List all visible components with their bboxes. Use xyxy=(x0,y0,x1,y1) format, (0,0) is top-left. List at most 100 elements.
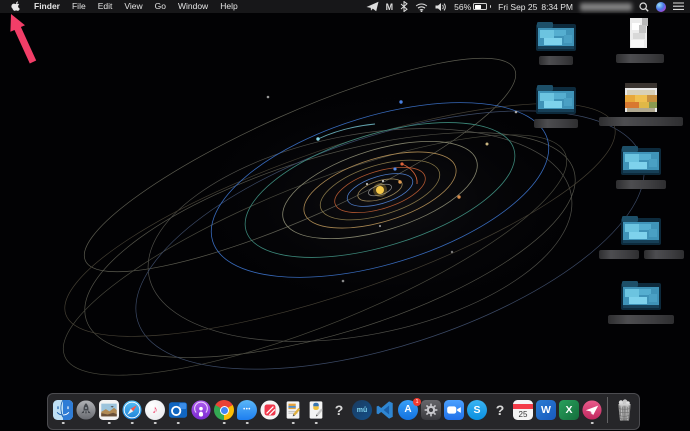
menu-window[interactable]: Window xyxy=(172,0,214,13)
menu-help[interactable]: Help xyxy=(214,0,243,13)
trash-icon xyxy=(614,398,634,422)
redacted-label xyxy=(608,315,674,324)
desktop-icon-spreadsheet[interactable] xyxy=(599,82,683,126)
clock-time: 8:34 PM xyxy=(541,1,573,12)
dock-python-document[interactable] xyxy=(306,400,326,420)
python-file-icon xyxy=(306,400,326,420)
podcasts-icon xyxy=(191,400,211,420)
dock-skype[interactable]: S xyxy=(467,400,487,420)
battery-percent: 56% xyxy=(454,1,472,12)
gmail-menu-icon[interactable]: M xyxy=(386,2,394,12)
redacted-label xyxy=(534,119,578,128)
battery-indicator[interactable]: 56% xyxy=(454,1,492,12)
redacted-label xyxy=(598,250,639,259)
outlook-icon xyxy=(168,400,188,420)
spotlight-icon[interactable] xyxy=(639,1,649,12)
battery-icon xyxy=(473,3,488,10)
folder-icon xyxy=(621,145,661,177)
dock-mail-app[interactable] xyxy=(582,400,602,420)
menu-view[interactable]: View xyxy=(118,0,148,13)
dock-launchpad[interactable] xyxy=(76,400,96,420)
apple-menu[interactable] xyxy=(6,0,28,13)
desktop-icon-folder-5[interactable] xyxy=(608,280,674,324)
dock-news[interactable] xyxy=(260,400,280,420)
word-icon: W xyxy=(536,400,556,420)
dock-word[interactable]: W xyxy=(536,400,556,420)
dock-unknown-app-2[interactable]: ? xyxy=(490,400,510,420)
dock-textedit-document[interactable] xyxy=(283,400,303,420)
excel-icon: X xyxy=(559,400,579,420)
question-mark-icon: ? xyxy=(495,402,505,418)
clock-date: Fri Sep 25 xyxy=(498,1,538,12)
bluetooth-icon[interactable] xyxy=(400,1,408,12)
dock-messages[interactable]: ••• xyxy=(237,400,257,420)
dock-safari[interactable] xyxy=(122,400,142,420)
redacted-label xyxy=(643,250,684,259)
dock-separator xyxy=(607,397,608,423)
dock-chrome[interactable] xyxy=(214,400,234,420)
folder-icon xyxy=(536,21,576,53)
desktop-icon-folder-3[interactable] xyxy=(616,145,666,189)
app-store-badge: 1 xyxy=(413,397,421,406)
username-redacted[interactable] xyxy=(580,2,632,11)
notification-center-icon[interactable] xyxy=(673,2,684,11)
dock: ♪ ••• ? mû A 1 S ? 25 W X xyxy=(47,393,640,430)
dock-calendar[interactable]: 25 xyxy=(513,400,533,420)
menu-bar: Finder File Edit View Go Window Help M 5… xyxy=(0,0,690,13)
wifi-icon[interactable] xyxy=(415,2,428,12)
redacted-label xyxy=(539,56,573,65)
apple-logo-icon xyxy=(11,0,20,11)
musescore-icon: mû xyxy=(352,400,372,420)
safari-icon xyxy=(122,400,142,420)
menu-finder[interactable]: Finder xyxy=(28,0,66,13)
folder-icon xyxy=(621,215,661,247)
dock-outlook[interactable] xyxy=(168,400,188,420)
document-icon xyxy=(623,17,657,51)
folder-icon xyxy=(536,84,576,116)
dock-zoom[interactable] xyxy=(444,400,464,420)
dock-preview[interactable] xyxy=(99,400,119,420)
preview-icon xyxy=(99,400,119,420)
paper-plane-icon xyxy=(582,400,602,420)
telegram-menu-icon[interactable] xyxy=(366,1,379,12)
menu-edit[interactable]: Edit xyxy=(92,0,119,13)
document-edit-icon xyxy=(283,400,303,420)
wallpaper-solar-system xyxy=(0,0,690,431)
question-mark-icon: ? xyxy=(334,402,344,418)
spreadsheet-icon xyxy=(621,82,661,114)
dock-unknown-app-1[interactable]: ? xyxy=(329,400,349,420)
finder-icon xyxy=(53,400,73,420)
vscode-icon xyxy=(375,400,395,420)
dock-podcasts[interactable] xyxy=(191,400,211,420)
redacted-label xyxy=(599,117,683,126)
chrome-icon xyxy=(214,400,234,420)
calendar-day: 25 xyxy=(518,409,528,419)
siri-icon[interactable] xyxy=(656,1,666,12)
gear-icon xyxy=(421,400,441,420)
music-icon: ♪ xyxy=(145,400,165,420)
calendar-icon: 25 xyxy=(513,400,533,420)
redacted-label xyxy=(616,54,664,63)
dock-excel[interactable]: X xyxy=(559,400,579,420)
desktop-icon-folder-4[interactable] xyxy=(598,215,684,259)
dock-trash[interactable] xyxy=(613,398,634,423)
messages-icon: ••• xyxy=(237,400,257,420)
desktop-icon-folder-2[interactable] xyxy=(534,84,578,128)
redacted-label xyxy=(616,180,666,189)
folder-icon xyxy=(621,280,661,312)
menu-go[interactable]: Go xyxy=(149,0,172,13)
dock-system-preferences[interactable] xyxy=(421,400,441,420)
video-camera-icon xyxy=(444,400,464,420)
dock-vscode[interactable] xyxy=(375,400,395,420)
news-icon xyxy=(260,400,280,420)
launchpad-icon xyxy=(76,400,96,420)
desktop-icon-document[interactable] xyxy=(616,17,664,63)
menubar-clock[interactable]: Fri Sep 25 8:34 PM xyxy=(498,2,573,12)
desktop-icon-folder-1[interactable] xyxy=(536,21,576,65)
dock-app-store[interactable]: A 1 xyxy=(398,397,421,420)
dock-finder[interactable] xyxy=(53,400,73,420)
volume-icon[interactable] xyxy=(435,2,447,12)
menu-file[interactable]: File xyxy=(66,0,92,13)
dock-musescore[interactable]: mû xyxy=(352,400,372,420)
dock-music[interactable]: ♪ xyxy=(145,400,165,420)
